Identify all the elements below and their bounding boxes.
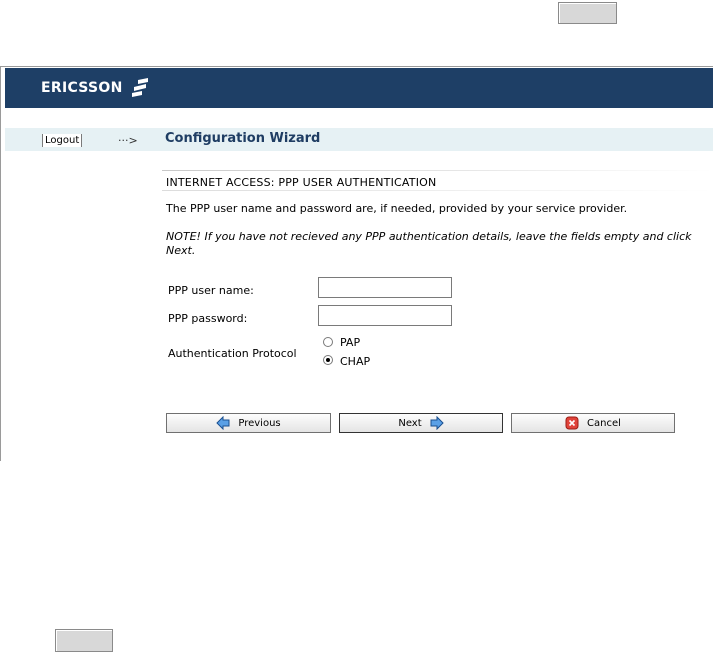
previous-button[interactable]: Previous [166,413,331,433]
pap-label[interactable]: PAP [340,336,360,349]
page-title: Configuration Wizard [165,131,321,146]
next-label: Next [398,417,422,429]
auth-protocol-label: Authentication Protocol [168,347,297,360]
cancel-icon [565,416,579,430]
logout-link[interactable]: Logout [42,134,83,147]
pap-radio[interactable] [323,337,333,347]
ppp-username-label: PPP user name: [168,284,254,297]
ppp-username-input[interactable] [318,277,452,298]
note-text: NOTE! If you have not recieved any PPP a… [166,230,692,257]
dotted-arrow-icon: ···> [118,134,138,147]
cancel-label: Cancel [587,417,621,429]
section-heading: INTERNET ACCESS: PPP USER AUTHENTICATION [166,176,437,189]
ppp-password-input[interactable] [318,305,452,326]
info-text: The PPP user name and password are, if n… [166,202,628,215]
section-heading-divider [162,190,713,191]
app-frame [0,66,713,461]
section-top-divider [162,170,713,171]
arrow-left-icon [216,416,230,430]
ericsson-logo-icon [132,78,148,97]
previous-label: Previous [238,417,281,429]
top-stray-button[interactable] [558,2,617,24]
next-button[interactable]: Next [339,413,503,433]
chap-radio[interactable] [323,355,333,365]
arrow-right-icon [430,416,444,430]
cancel-button[interactable]: Cancel [511,413,675,433]
chap-label[interactable]: CHAP [340,355,370,368]
bottom-stray-button[interactable] [55,629,113,652]
brand-name: ERICSSON [41,80,123,96]
nav-bar [5,128,713,151]
ppp-password-label: PPP password: [168,312,248,325]
